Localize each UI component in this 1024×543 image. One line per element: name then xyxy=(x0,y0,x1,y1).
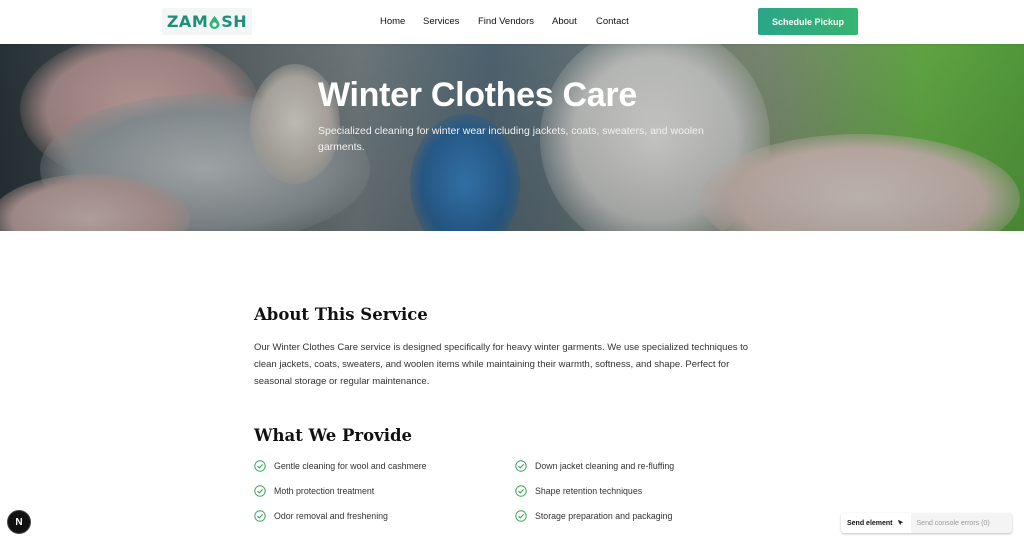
feature-item: Gentle cleaning for wool and cashmere xyxy=(254,460,427,472)
about-heading: About This Service xyxy=(254,305,428,324)
feature-item: Storage preparation and packaging xyxy=(515,510,672,522)
feature-label: Storage preparation and packaging xyxy=(535,511,673,521)
about-paragraph: Our Winter Clothes Care service is desig… xyxy=(254,342,749,387)
check-circle-icon xyxy=(515,485,527,497)
feature-label: Odor removal and freshening xyxy=(274,511,388,521)
feature-label: Gentle cleaning for wool and cashmere xyxy=(274,461,427,471)
feature-label: Moth protection treatment xyxy=(274,486,375,496)
pointer-icon xyxy=(897,519,903,526)
feature-label: Down jacket cleaning and re-fluffing xyxy=(535,461,675,471)
nav-about[interactable]: About xyxy=(552,16,577,27)
feature-item: Shape retention techniques xyxy=(515,485,642,497)
schedule-pickup-button[interactable]: Schedule Pickup xyxy=(758,8,858,35)
check-circle-icon xyxy=(515,510,527,522)
nav-home[interactable]: Home xyxy=(380,16,405,27)
feature-item: Odor removal and freshening xyxy=(254,510,388,522)
send-console-errors-button[interactable]: Send console errors (0) xyxy=(911,513,996,533)
feature-label: Shape retention techniques xyxy=(535,486,643,496)
nextjs-dev-badge[interactable]: N xyxy=(8,511,30,533)
check-circle-icon xyxy=(515,460,527,472)
check-circle-icon xyxy=(254,485,266,497)
feature-item: Down jacket cleaning and re-fluffing xyxy=(515,460,674,472)
devtools-bar: Send element Send console errors (0) xyxy=(841,513,1012,533)
nav-services[interactable]: Services xyxy=(423,16,459,27)
logo-text-right: SH xyxy=(221,12,248,31)
water-drop-icon xyxy=(209,16,220,29)
feature-item: Moth protection treatment xyxy=(254,485,374,497)
page-title: Winter Clothes Care xyxy=(318,76,637,114)
check-circle-icon xyxy=(254,510,266,522)
check-circle-icon xyxy=(254,460,266,472)
site-header: ZAM SH Home Services Find Vendors About … xyxy=(0,0,1024,44)
hero-banner: Winter Clothes Care Specialized cleaning… xyxy=(0,44,1024,231)
nav-find-vendors[interactable]: Find Vendors xyxy=(478,16,534,27)
nav-contact[interactable]: Contact xyxy=(596,16,629,27)
provide-heading: What We Provide xyxy=(254,426,413,445)
send-element-label: Send element xyxy=(847,519,893,527)
send-element-button[interactable]: Send element xyxy=(841,513,911,533)
logo[interactable]: ZAM SH xyxy=(162,8,252,35)
page-subtitle: Specialized cleaning for winter wear inc… xyxy=(318,125,704,153)
logo-text-left: ZAM xyxy=(166,12,209,31)
